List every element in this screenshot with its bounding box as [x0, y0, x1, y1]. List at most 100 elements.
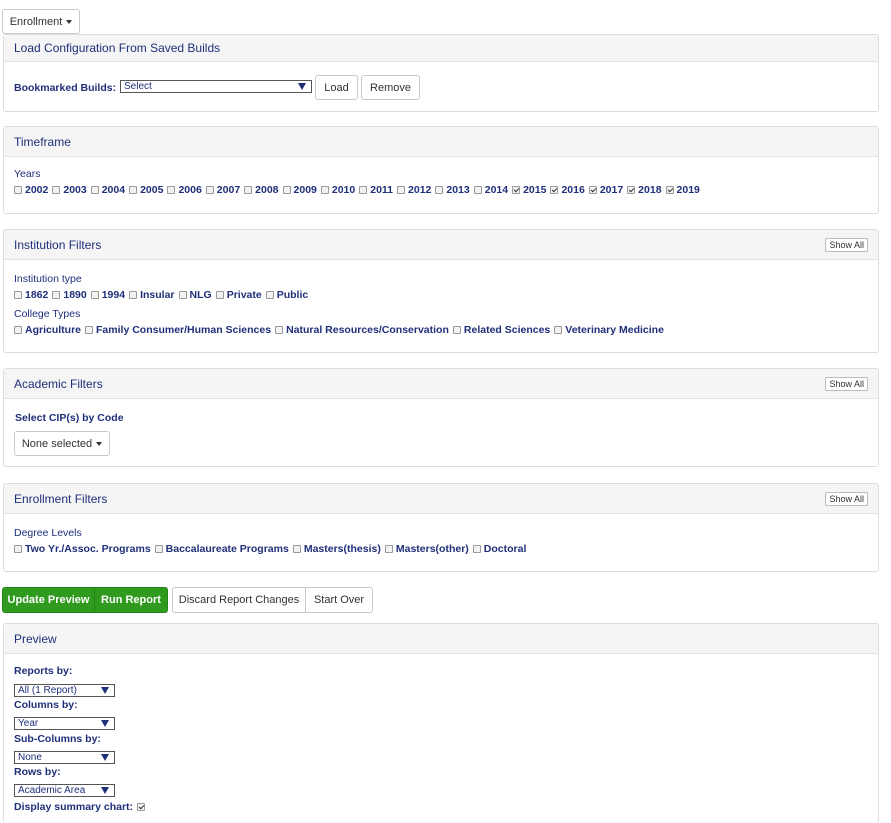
college-type-option[interactable]: Veterinary Medicine: [554, 324, 666, 336]
year-checkbox[interactable]: [244, 186, 253, 194]
year-checkbox[interactable]: [550, 186, 559, 194]
year-checkbox[interactable]: [665, 186, 674, 194]
institution-type-checkbox[interactable]: [90, 291, 99, 299]
year-checkbox[interactable]: [129, 186, 138, 194]
year-option[interactable]: 2010: [320, 184, 357, 196]
degree-level-checkbox[interactable]: [384, 545, 393, 553]
college-type-checkbox[interactable]: [452, 326, 461, 334]
year-option[interactable]: 2017: [588, 184, 625, 196]
degree-level-checkbox[interactable]: [14, 545, 22, 553]
year-label: 2008: [255, 184, 279, 196]
year-checkbox[interactable]: [473, 186, 482, 194]
select-arrow-icon: [101, 720, 109, 727]
load-button[interactable]: Load: [315, 75, 358, 100]
start-over-button[interactable]: Start Over: [305, 587, 373, 613]
year-option[interactable]: 2006: [167, 184, 203, 196]
degree-level-option[interactable]: Masters(thesis): [292, 543, 383, 555]
institution-type-label: NLG: [189, 289, 212, 301]
enrollment-show-all-button[interactable]: Show All: [825, 491, 868, 506]
cip-multiselect[interactable]: None selected: [14, 431, 110, 456]
college-type-option[interactable]: Related Sciences: [452, 324, 552, 336]
year-option[interactable]: 2013: [435, 184, 471, 196]
year-label: 2010: [331, 184, 356, 196]
year-checkbox[interactable]: [167, 186, 176, 194]
year-option[interactable]: 2005: [129, 184, 165, 196]
discard-changes-button[interactable]: Discard Report Changes: [172, 587, 306, 613]
college-type-option[interactable]: Agriculture: [14, 324, 83, 336]
year-checkbox[interactable]: [627, 186, 636, 194]
degree-level-checkbox[interactable]: [472, 545, 481, 553]
columns-by-select[interactable]: Year: [14, 717, 115, 730]
reports-by-label: Reports by:: [14, 665, 73, 677]
degree-levels-label-row: Degree Levels: [14, 527, 82, 539]
college-type-option[interactable]: Natural Resources/Conservation: [275, 324, 451, 336]
year-option[interactable]: 2003: [52, 184, 88, 196]
year-checkbox[interactable]: [512, 186, 521, 194]
year-option[interactable]: 2015: [512, 184, 548, 196]
enrollment-filters-header: Enrollment Filters Show All: [4, 484, 878, 514]
college-type-checkbox[interactable]: [85, 326, 94, 334]
year-option[interactable]: 2008: [244, 184, 280, 196]
institution-type-option[interactable]: 1862: [14, 289, 50, 301]
year-checkbox[interactable]: [52, 186, 61, 194]
institution-type-option[interactable]: 1890: [52, 289, 88, 301]
institution-type-checkbox[interactable]: [52, 291, 61, 299]
update-preview-button[interactable]: Update Preview: [2, 587, 95, 613]
remove-button[interactable]: Remove: [361, 75, 420, 100]
year-option[interactable]: 2012: [397, 184, 433, 196]
year-option[interactable]: 2014: [473, 184, 510, 196]
institution-type-checkbox[interactable]: [215, 291, 224, 299]
rows-by-select[interactable]: Academic Area: [14, 784, 115, 797]
timeframe-header: Timeframe: [4, 127, 878, 157]
year-checkbox[interactable]: [14, 186, 22, 194]
degree-level-option[interactable]: Masters(other): [384, 543, 471, 555]
year-checkbox[interactable]: [359, 186, 368, 194]
institution-type-option[interactable]: Insular: [129, 289, 176, 301]
year-option[interactable]: 2009: [282, 184, 319, 196]
year-checkbox[interactable]: [205, 186, 214, 194]
year-checkbox[interactable]: [282, 186, 291, 194]
preview-title: Preview: [14, 631, 57, 646]
degree-level-option[interactable]: Baccalaureate Programs: [154, 543, 291, 555]
institution-type-option[interactable]: Private: [215, 289, 264, 301]
institution-type-label: Insular: [140, 289, 175, 301]
academic-show-all-button[interactable]: Show All: [825, 376, 868, 391]
year-option[interactable]: 2002: [14, 184, 50, 196]
college-type-option[interactable]: Family Consumer/Human Sciences: [85, 324, 273, 336]
institution-type-checkbox[interactable]: [14, 291, 22, 299]
year-option[interactable]: 2011: [359, 184, 395, 196]
select-arrow-icon: [101, 687, 109, 694]
year-checkbox[interactable]: [397, 186, 406, 194]
institution-type-checkbox[interactable]: [265, 291, 274, 299]
year-checkbox[interactable]: [435, 186, 444, 194]
institution-show-all-button[interactable]: Show All: [825, 237, 868, 252]
year-checkbox[interactable]: [588, 186, 597, 194]
year-option[interactable]: 2018: [627, 184, 663, 196]
reports-by-select[interactable]: All (1 Report): [14, 684, 115, 697]
institution-type-checkbox[interactable]: [129, 291, 138, 299]
degree-level-option[interactable]: Doctoral: [472, 543, 529, 555]
year-checkbox[interactable]: [320, 186, 329, 194]
bookmark-select[interactable]: Select: [120, 80, 312, 93]
institution-type-option[interactable]: NLG: [178, 289, 214, 301]
degree-level-option[interactable]: Two Yr./Assoc. Programs: [14, 543, 153, 555]
degree-level-checkbox[interactable]: [154, 545, 163, 553]
college-type-checkbox[interactable]: [14, 326, 22, 334]
institution-type-option[interactable]: 1994: [90, 289, 127, 301]
college-type-checkbox[interactable]: [275, 326, 284, 334]
year-option[interactable]: 2019: [665, 184, 702, 196]
institution-type-option[interactable]: Public: [265, 289, 311, 301]
year-label: 2014: [484, 184, 509, 196]
college-type-checkbox[interactable]: [554, 326, 563, 334]
institution-type-label: Public: [276, 289, 309, 301]
run-report-button[interactable]: Run Report: [94, 587, 168, 613]
year-option[interactable]: 2016: [550, 184, 586, 196]
degree-level-checkbox[interactable]: [292, 545, 301, 553]
subcolumns-by-select[interactable]: None: [14, 751, 115, 764]
enrollment-dropdown[interactable]: Enrollment: [2, 9, 80, 34]
summary-chart-checkbox[interactable]: [137, 803, 146, 811]
institution-type-checkbox[interactable]: [178, 291, 187, 299]
year-option[interactable]: 2007: [205, 184, 242, 196]
year-option[interactable]: 2004: [90, 184, 127, 196]
year-checkbox[interactable]: [90, 186, 99, 194]
